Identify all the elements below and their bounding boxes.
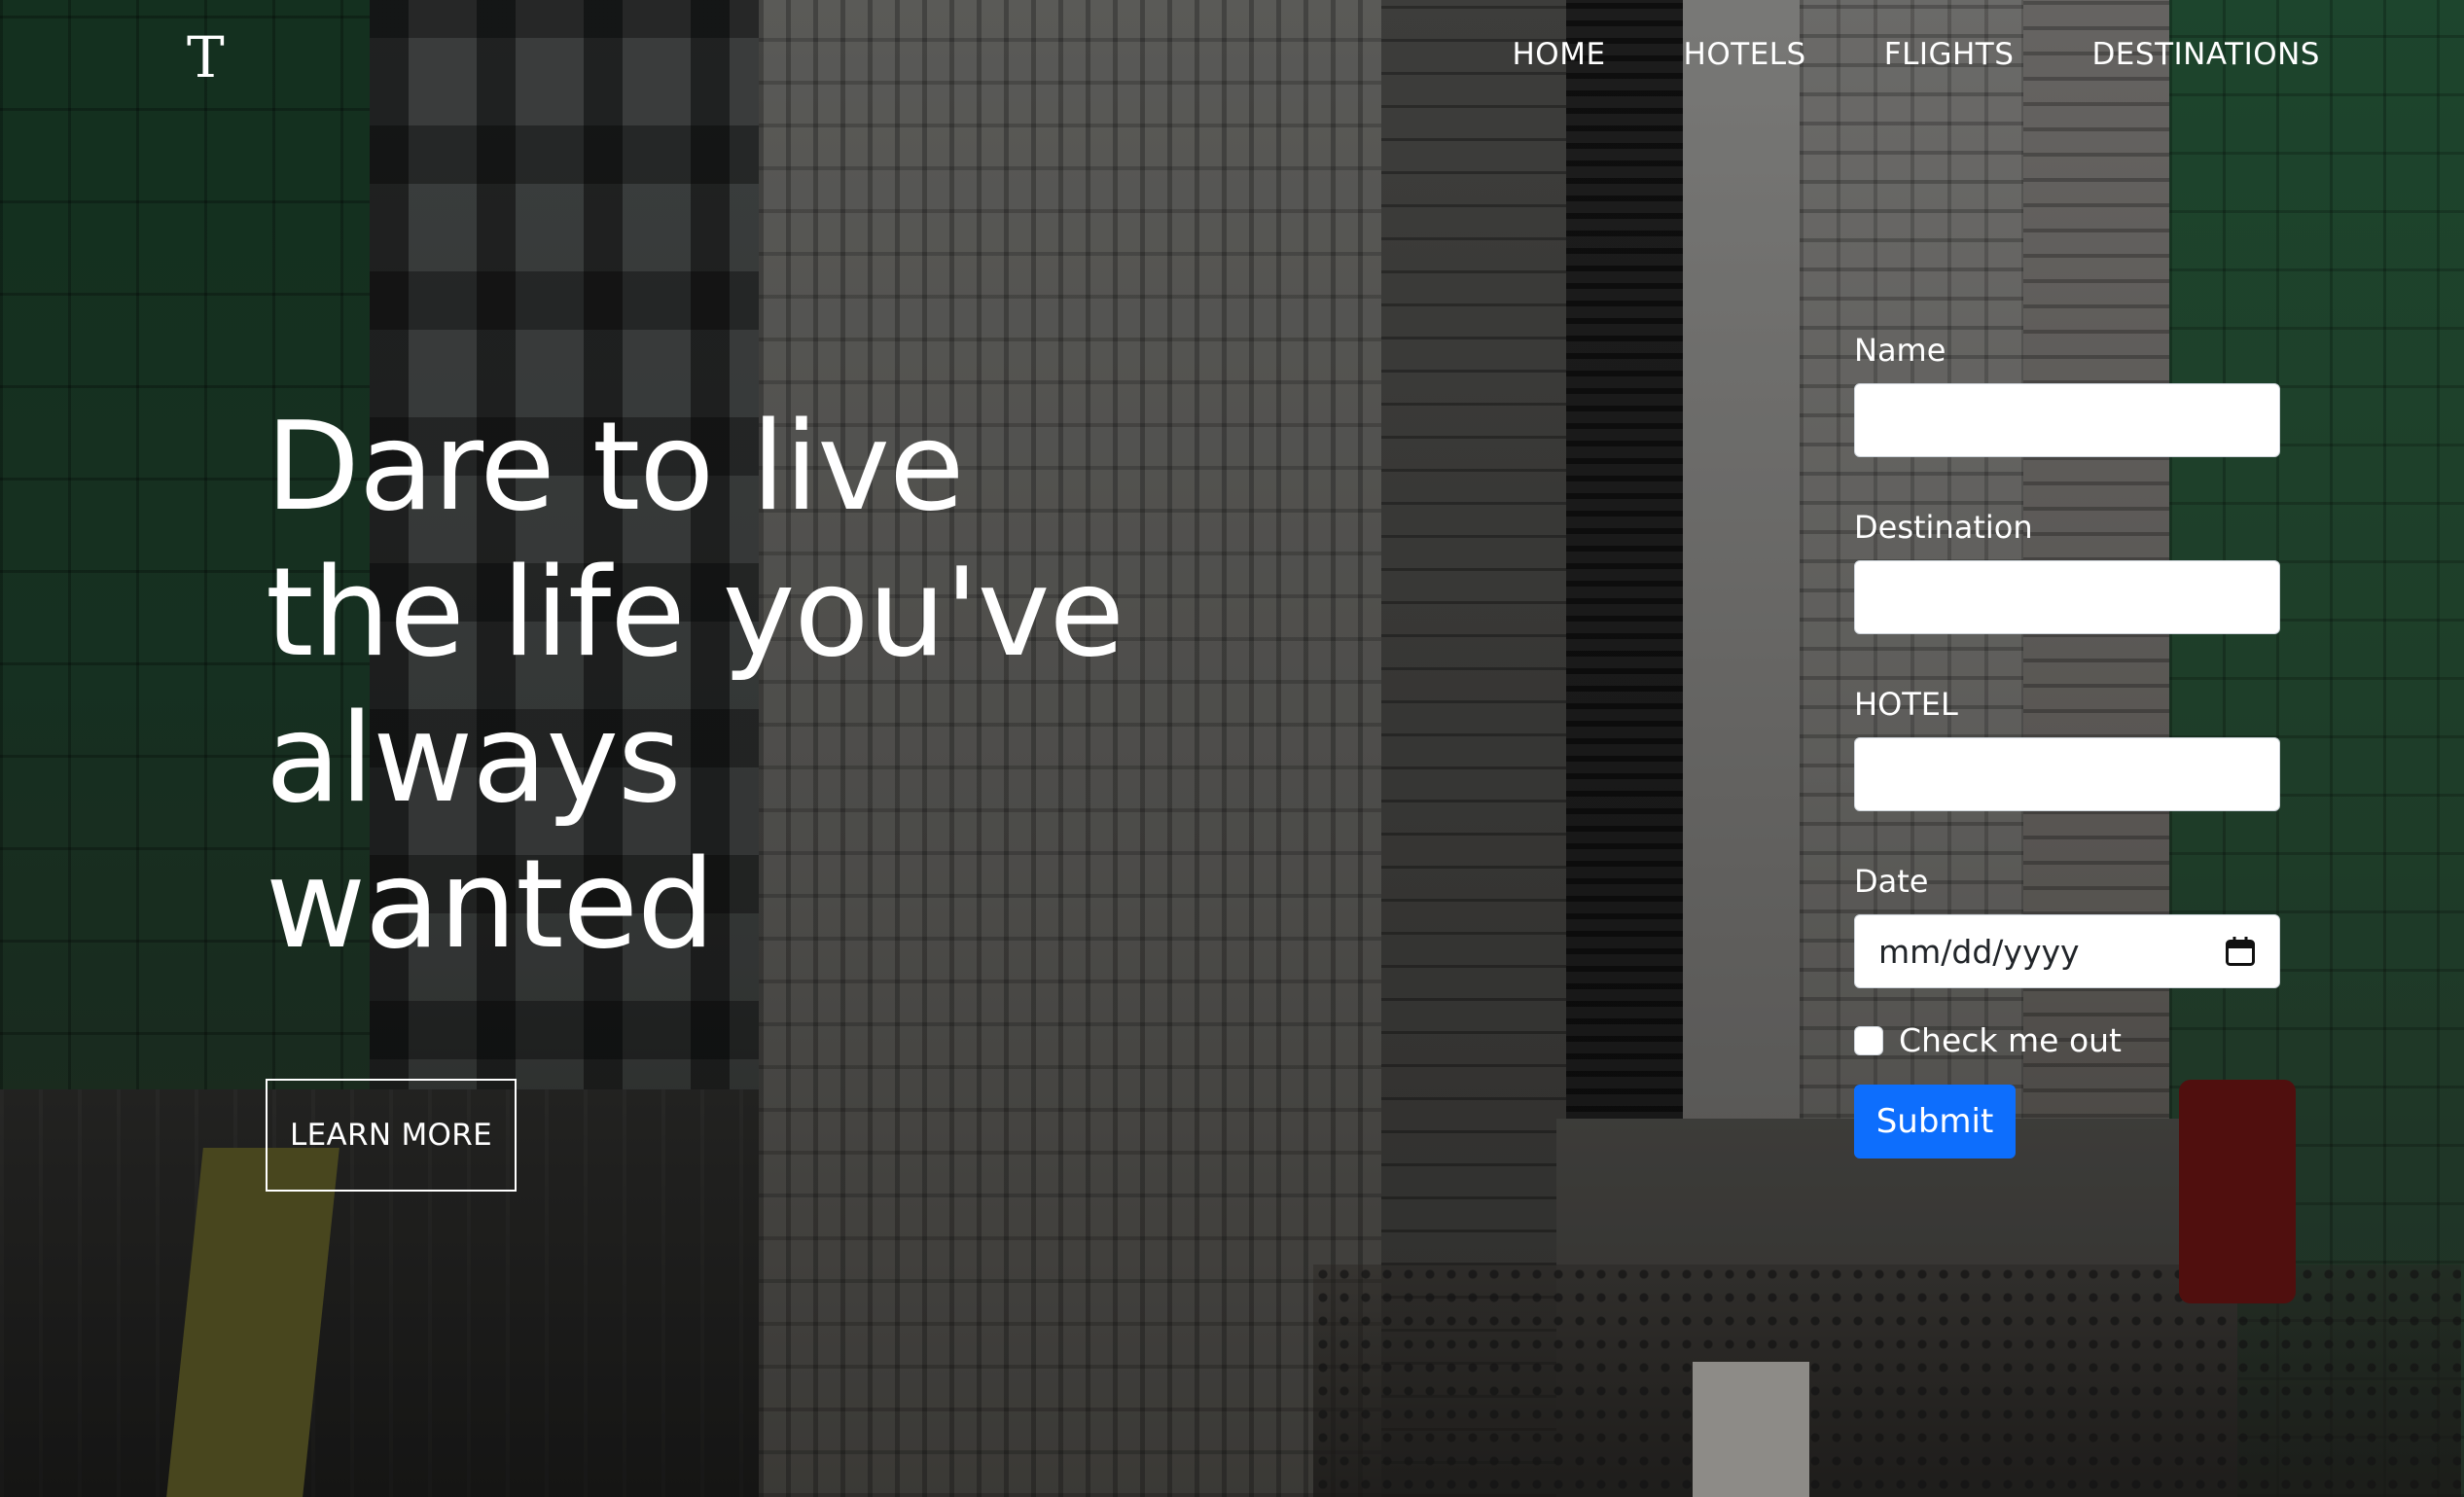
hero-title-line: always [266,687,682,830]
submit-button[interactable]: Submit [1854,1085,2016,1158]
check-me-out-label[interactable]: Check me out [1899,1021,2122,1059]
page: T HOME HOTELS FLIGHTS DESTINATIONS Dare … [0,0,2464,1497]
booking-form: Name Destination HOTEL Date mm/dd/yyyy C… [1854,331,2280,1158]
nav-item-destinations[interactable]: DESTINATIONS [2091,37,2320,72]
hero-title: Dare to live the life you've always want… [266,394,1199,978]
date-input[interactable]: mm/dd/yyyy [1854,914,2280,988]
nav-item-hotels[interactable]: HOTELS [1684,37,1806,72]
nav-item-home[interactable]: HOME [1513,37,1606,72]
date-label: Date [1854,863,1929,900]
date-placeholder: mm/dd/yyyy [1878,932,2080,971]
hotel-input[interactable] [1854,737,2280,811]
check-me-out-checkbox[interactable] [1854,1025,1883,1055]
destination-label: Destination [1854,509,2033,546]
learn-more-button[interactable]: LEARN MORE [266,1079,517,1192]
site-logo[interactable]: T [187,27,225,88]
hotel-label: HOTEL [1854,686,1958,723]
nav-item-flights[interactable]: FLIGHTS [1884,37,2015,72]
name-label: Name [1854,332,1946,369]
hero-title-line: the life you've [266,541,1125,684]
main-nav: HOME HOTELS FLIGHTS DESTINATIONS [1513,37,2321,72]
name-input[interactable] [1854,383,2280,457]
hero-title-line: Dare to live [266,395,964,538]
destination-input[interactable] [1854,560,2280,634]
hero-title-line: wanted [266,833,715,976]
check-me-out-row: Check me out [1854,1021,2280,1059]
calendar-icon[interactable] [2223,934,2258,969]
